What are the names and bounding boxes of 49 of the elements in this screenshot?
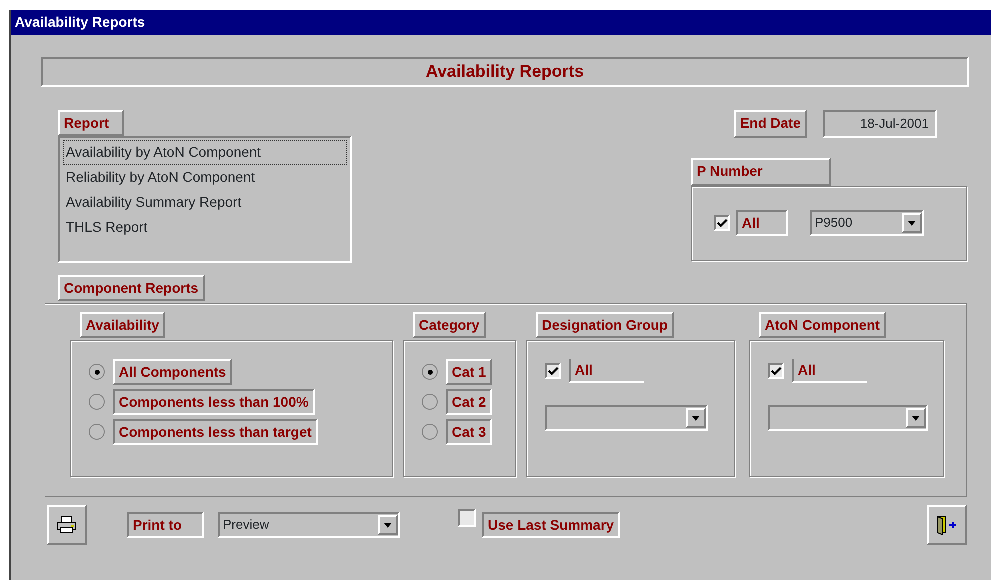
option-label: Cat 1 bbox=[446, 359, 492, 385]
checkbox[interactable] bbox=[714, 215, 730, 231]
print-button[interactable] bbox=[47, 505, 87, 545]
radio-button[interactable] bbox=[89, 394, 105, 410]
use-last-summary-label: Use Last Summary bbox=[482, 512, 620, 538]
checkbox[interactable] bbox=[545, 363, 561, 379]
caret-icon bbox=[378, 515, 398, 535]
p-number-label: P Number bbox=[691, 158, 831, 186]
option-label: Cat 2 bbox=[446, 389, 492, 415]
exit-button[interactable] bbox=[927, 505, 967, 545]
report-list-item[interactable]: Availability Summary Report bbox=[63, 190, 347, 215]
exit-door-icon bbox=[936, 515, 958, 535]
radio-button[interactable] bbox=[422, 394, 438, 410]
dropdown[interactable] bbox=[545, 405, 708, 431]
report-list-item[interactable]: Availability by AtoN Component bbox=[63, 140, 347, 165]
printer-icon bbox=[57, 516, 77, 534]
group-label: AtoN Component bbox=[759, 312, 886, 338]
group-label: Category bbox=[413, 312, 486, 338]
radio-button[interactable] bbox=[89, 424, 105, 440]
caret-icon bbox=[906, 408, 926, 428]
option-label: Components less than target bbox=[113, 419, 318, 445]
p-number-dropdown[interactable]: P9500 bbox=[810, 210, 924, 236]
option-label: Components less than 100% bbox=[113, 389, 315, 415]
radio-button[interactable] bbox=[422, 424, 438, 440]
caret-icon bbox=[686, 408, 706, 428]
end-date-field[interactable]: 18-Jul-2001 bbox=[823, 110, 937, 138]
window-title: Availability Reports bbox=[11, 10, 991, 35]
report-list-item[interactable]: Reliability by AtoN Component bbox=[63, 165, 347, 190]
print-to-label: Print to bbox=[127, 512, 204, 538]
all-label: All bbox=[569, 359, 644, 383]
print-to-dropdown[interactable]: Preview bbox=[218, 512, 400, 538]
caret-icon bbox=[902, 213, 922, 233]
checkbox[interactable] bbox=[768, 363, 784, 379]
component-reports-tab[interactable]: Component Reports bbox=[58, 275, 205, 301]
option-label: All Components bbox=[113, 359, 232, 385]
report-label: Report bbox=[58, 110, 124, 136]
form-title: Availability Reports bbox=[41, 57, 969, 87]
radio-button[interactable] bbox=[422, 364, 438, 380]
group-label: Availability bbox=[80, 312, 166, 338]
radio-button[interactable] bbox=[89, 364, 105, 380]
report-list-item[interactable]: THLS Report bbox=[63, 215, 347, 240]
report-list[interactable]: Availability by AtoN Component Reliability by AtoN Component Availability Summary Report THLS Report bbox=[58, 136, 352, 263]
end-date-label: End Date bbox=[734, 110, 807, 138]
checkbox[interactable] bbox=[458, 509, 476, 527]
all-label: All bbox=[736, 210, 788, 236]
option-label: Cat 3 bbox=[446, 419, 492, 445]
dropdown[interactable] bbox=[768, 405, 928, 431]
group-label: Designation Group bbox=[536, 312, 674, 338]
all-label: All bbox=[792, 359, 867, 383]
